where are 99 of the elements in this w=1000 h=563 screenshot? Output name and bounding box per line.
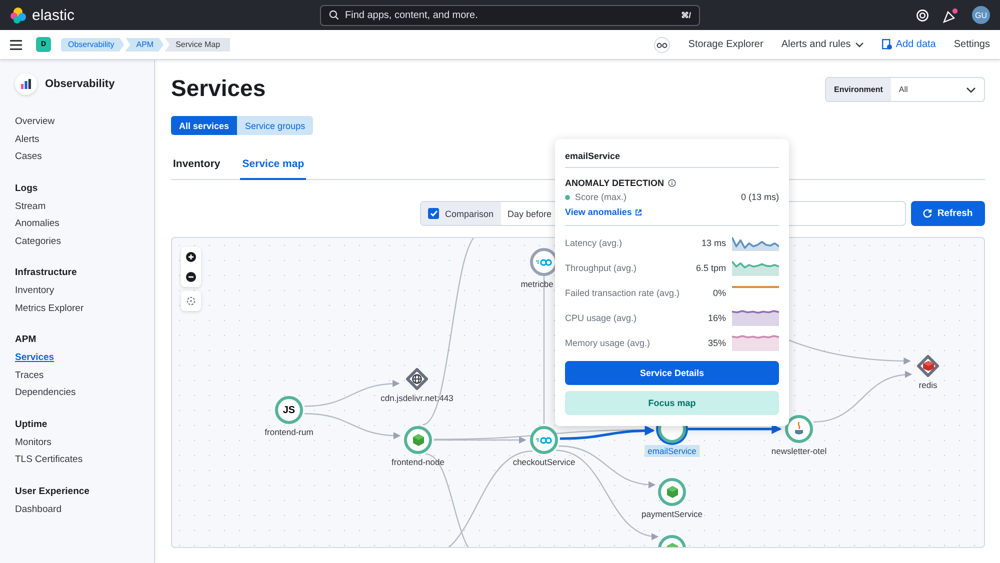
score-value: 0 (13 ms) xyxy=(740,192,779,202)
sidebar-item[interactable]: Categories xyxy=(15,232,61,250)
metric-label: Throughput (avg.) xyxy=(565,262,637,272)
environment-select[interactable]: Environment All xyxy=(825,77,985,102)
app-title: Observability xyxy=(45,78,115,90)
toggle-button[interactable]: Service groups xyxy=(237,116,314,135)
search-field[interactable]: Find apps, content, and more. ⌘/ xyxy=(320,4,700,26)
logo-text: elastic xyxy=(32,6,75,24)
node-label: checkoutService xyxy=(512,456,576,468)
sparkline-chart xyxy=(732,334,779,351)
crosshair-icon xyxy=(186,296,196,306)
help-icon[interactable] xyxy=(916,8,929,22)
nav-link[interactable]: Add data xyxy=(882,39,936,50)
section-heading: ANOMALY DETECTION xyxy=(565,178,664,188)
add-data-icon xyxy=(882,39,892,50)
section-heading: Logs xyxy=(15,182,39,196)
section-heading: APM xyxy=(15,333,38,347)
sparkline-chart xyxy=(732,234,779,251)
shortcut-hint: ⌘/ xyxy=(680,10,691,20)
checkbox[interactable] xyxy=(428,208,439,219)
go-logo-icon xyxy=(536,436,552,444)
refresh-icon xyxy=(923,209,932,218)
section-heading: User Experience xyxy=(15,484,90,498)
nav-link[interactable]: Alerts and rules xyxy=(781,39,864,50)
metric-label: CPU usage (avg.) xyxy=(565,312,637,322)
metric-value: 0% xyxy=(712,288,726,298)
sidebar-item[interactable]: Alerts xyxy=(15,130,40,148)
sidebar-item[interactable]: Inventory xyxy=(15,282,54,300)
service-node[interactable] xyxy=(785,415,813,443)
sparkline-chart xyxy=(732,259,779,276)
sidebar-item[interactable]: Anomalies xyxy=(15,215,60,232)
service-node[interactable] xyxy=(658,478,686,506)
metric-label: Failed transaction rate (avg.) xyxy=(565,288,680,298)
sidebar-item[interactable]: Services xyxy=(15,349,54,366)
zoom-out-icon xyxy=(186,272,196,282)
status-dot xyxy=(565,194,570,200)
service-details-button[interactable]: Service Details xyxy=(565,361,779,385)
sidebar-item[interactable]: Dependencies xyxy=(15,384,76,402)
cube-icon xyxy=(922,361,934,371)
view-anomalies-link[interactable]: View anomalies xyxy=(565,207,642,217)
node-label: frontend-rum xyxy=(264,426,314,438)
page-title: Services xyxy=(171,74,266,102)
node-label: redis xyxy=(918,379,938,391)
checkbox-label: Comparison xyxy=(445,208,494,218)
section-heading: Uptime xyxy=(15,418,48,432)
chevron-down-icon xyxy=(966,86,976,92)
bar-chart-icon xyxy=(21,79,31,89)
menu-icon[interactable] xyxy=(10,40,22,50)
metric-label: Latency (avg.) xyxy=(565,238,622,248)
breadcrumb[interactable]: Observability xyxy=(61,38,124,52)
tab[interactable]: Service map xyxy=(240,150,306,180)
node-label: newsletter-otel xyxy=(770,445,828,457)
sparkline-chart xyxy=(732,309,779,326)
node-label: emailService xyxy=(644,445,700,457)
nav-link[interactable]: Storage Explorer xyxy=(688,39,764,50)
dependency-node[interactable] xyxy=(917,355,939,377)
metric-value: 16% xyxy=(708,312,726,322)
sidebar-item[interactable]: Stream xyxy=(15,198,46,215)
breadcrumb[interactable]: APM xyxy=(125,38,164,52)
refresh-button[interactable]: Refresh xyxy=(911,201,985,226)
focus-map-button[interactable]: Focus map xyxy=(565,391,779,415)
sidebar-item[interactable]: Monitors xyxy=(15,434,52,451)
nav-link[interactable]: Settings xyxy=(954,39,990,50)
sidebar-item[interactable]: Dashboard xyxy=(15,500,62,518)
metric-value: 6.5 tpm xyxy=(696,262,726,272)
sidebar-item[interactable]: Traces xyxy=(15,366,44,384)
metric-value: 35% xyxy=(708,338,726,348)
node-label: paymentService xyxy=(640,508,704,520)
chevron-down-icon xyxy=(854,42,864,48)
search-icon xyxy=(329,10,339,20)
metric-label: Memory usage (avg.) xyxy=(565,338,650,348)
sidebar-item[interactable]: TLS Certificates xyxy=(15,451,83,468)
sidebar-item[interactable]: Overview xyxy=(15,113,55,130)
breadcrumb[interactable]: Service Map xyxy=(164,38,230,52)
dependency-node[interactable] xyxy=(406,368,428,390)
sidebar-item[interactable]: Metrics Explorer xyxy=(15,300,84,317)
zoom-in-icon xyxy=(186,252,196,262)
node-label: metricbe xyxy=(520,278,554,290)
globe-icon xyxy=(412,374,422,384)
tab[interactable]: Inventory xyxy=(171,150,222,180)
external-link-icon xyxy=(634,208,642,216)
hexagon-icon xyxy=(666,486,678,498)
service-node[interactable]: JS xyxy=(275,396,303,424)
node-label: cdn.jsdelivr.net:443 xyxy=(380,392,454,404)
logo-icon xyxy=(10,6,27,24)
go-logo-icon xyxy=(536,258,552,266)
coffee-cup-icon xyxy=(793,422,805,436)
popover-title: emailService xyxy=(565,149,779,168)
node-label: frontend-node xyxy=(390,456,446,468)
score-label: Score (max.) xyxy=(575,192,627,202)
section-heading: Infrastructure xyxy=(15,266,78,280)
metric-value: 13 ms xyxy=(701,238,726,248)
sidebar-item[interactable]: Cases xyxy=(15,148,42,166)
service-node[interactable] xyxy=(530,426,558,454)
hexagon-icon xyxy=(412,434,424,446)
info-icon[interactable] xyxy=(668,179,676,187)
service-node[interactable] xyxy=(404,426,432,454)
toggle-button[interactable]: All services xyxy=(171,116,238,135)
glasses-icon[interactable] xyxy=(654,36,670,52)
